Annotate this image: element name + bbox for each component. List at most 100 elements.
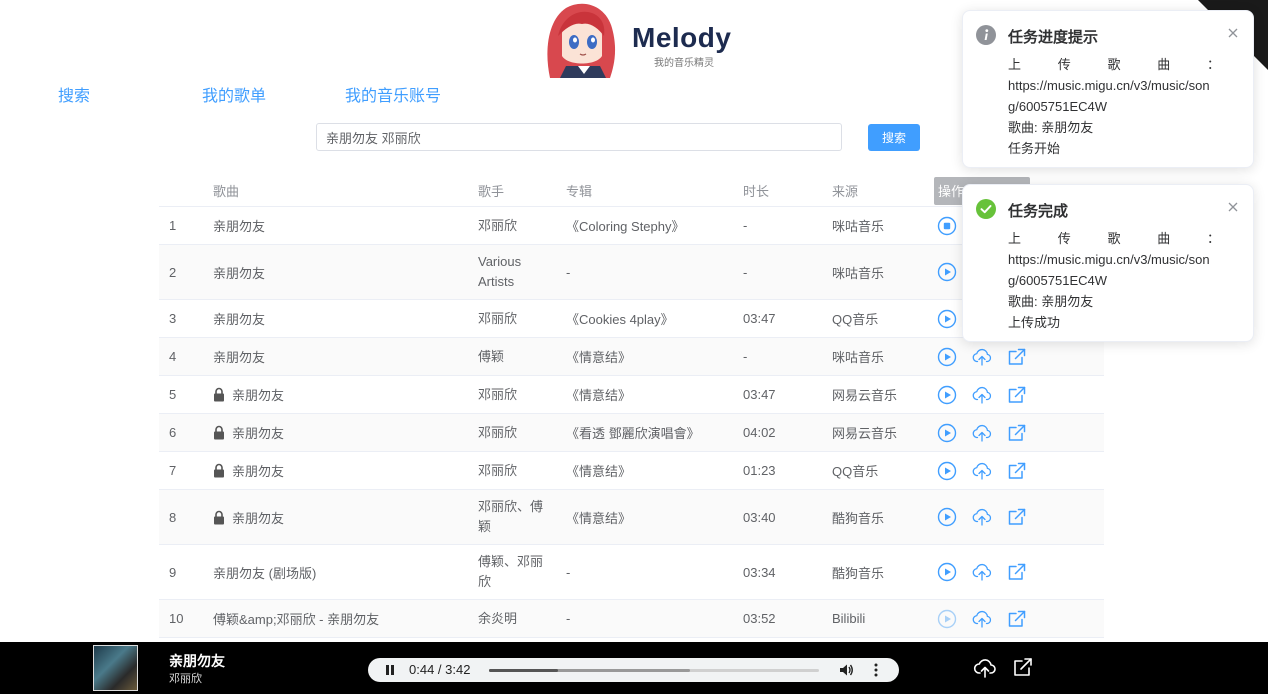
- upload-cloud-icon[interactable]: [971, 506, 993, 528]
- notification-prefix: 上 传 歌 曲 ：: [1008, 228, 1220, 249]
- progress-notification: 任务进度提示 上 传 歌 曲 ： https://music.migu.cn/v3/mu…: [962, 10, 1254, 168]
- album-cell: 《情意结》: [566, 464, 632, 479]
- album-cell: -: [566, 564, 571, 580]
- table-row[interactable]: 7 亲朋勿友 邓丽欣 《情意结》 01:23 QQ音乐: [159, 452, 1104, 490]
- artist-cell: 邓丽欣: [478, 386, 518, 402]
- prefix-char: ：: [1206, 57, 1220, 72]
- notification-url: https://music.migu.cn/v3/music/song/6005…: [1008, 78, 1210, 114]
- play-icon[interactable]: [936, 561, 958, 583]
- source-cell: 网易云音乐: [832, 388, 898, 403]
- external-link-icon[interactable]: [1006, 422, 1028, 444]
- album-cell: 《情意结》: [566, 388, 632, 403]
- header-duration: 时长: [743, 184, 770, 199]
- upload-cloud-icon[interactable]: [971, 460, 993, 482]
- external-link-icon[interactable]: [1006, 346, 1028, 368]
- play-icon[interactable]: [936, 308, 958, 330]
- search-input[interactable]: [316, 123, 842, 151]
- table-row[interactable]: 8 亲朋勿友 邓丽欣、傅颖 《情意结》 03:40 酷狗音乐: [159, 490, 1104, 545]
- prefix-char: 曲: [1157, 57, 1171, 72]
- external-link-icon[interactable]: [1012, 656, 1034, 678]
- external-link-icon[interactable]: [1006, 384, 1028, 406]
- song-name: 亲朋勿友: [232, 388, 285, 403]
- artist-cell: 邓丽欣: [478, 424, 518, 440]
- close-icon[interactable]: [1226, 26, 1240, 40]
- album-cell: 《看透 鄧麗欣演唱會》: [566, 426, 700, 441]
- notification-status: 上传成功: [1008, 315, 1061, 330]
- prefix-char: 传: [1057, 57, 1071, 72]
- table-row[interactable]: 9 亲朋勿友 (剧场版) 傅颖、邓丽欣 - 03:34 酷狗音乐: [159, 545, 1104, 600]
- play-icon[interactable]: [936, 460, 958, 482]
- pause-icon[interactable]: [384, 664, 396, 676]
- duration-cell: -: [743, 349, 748, 364]
- upload-cloud-icon[interactable]: [971, 346, 993, 368]
- audio-controls: 0:44 / 3:42: [368, 658, 899, 682]
- song-name-cell: 亲朋勿友 (剧场版): [213, 545, 473, 599]
- song-name: 亲朋勿友: [232, 426, 285, 441]
- song-name: 亲朋勿友: [213, 219, 266, 234]
- song-name-cell: 亲朋勿友: [213, 414, 473, 451]
- upload-cloud-icon[interactable]: [973, 656, 997, 680]
- upload-cloud-icon[interactable]: [971, 561, 993, 583]
- row-index: 2: [169, 264, 177, 280]
- song-name-cell: 亲朋勿友: [213, 300, 473, 337]
- play-icon[interactable]: [936, 384, 958, 406]
- duration-cell: 03:52: [743, 611, 776, 626]
- info-icon: [976, 25, 996, 45]
- player-song-title: 亲朋勿友: [169, 653, 225, 669]
- play-icon[interactable]: [936, 261, 958, 283]
- table-row[interactable]: 10 傅颖&amp;邓丽欣 - 亲朋勿友 余炎明 - 03:52 Bilibil…: [159, 600, 1104, 638]
- stop-icon[interactable]: [936, 215, 958, 237]
- row-index: 7: [169, 463, 177, 478]
- album-cover[interactable]: [93, 645, 138, 691]
- upload-cloud-icon[interactable]: [971, 608, 993, 630]
- artist-cell: Various Artists: [478, 254, 522, 289]
- header-source: 来源: [832, 184, 859, 199]
- notification-status: 任务开始: [1008, 141, 1061, 156]
- ops-cell: [936, 452, 1046, 489]
- lock-icon: [214, 463, 224, 478]
- play-icon[interactable]: [936, 506, 958, 528]
- ops-cell: [936, 376, 1046, 413]
- play-icon[interactable]: [936, 346, 958, 368]
- song-name-cell: 亲朋勿友: [213, 245, 473, 299]
- source-cell: 咪咕音乐: [832, 265, 885, 281]
- ops-cell: [936, 490, 1046, 544]
- row-index: 1: [169, 218, 177, 233]
- source-cell: 酷狗音乐: [832, 510, 885, 526]
- external-link-icon[interactable]: [1006, 561, 1028, 583]
- play-icon[interactable]: [936, 422, 958, 444]
- album-cell: 《情意结》: [566, 350, 632, 365]
- upload-cloud-icon[interactable]: [971, 422, 993, 444]
- external-link-icon[interactable]: [1006, 608, 1028, 630]
- row-index: 3: [169, 311, 177, 326]
- source-cell: QQ音乐: [832, 464, 879, 479]
- notification-title: 任务完成: [1008, 203, 1069, 220]
- search-button[interactable]: 搜索: [868, 124, 920, 151]
- nav-account[interactable]: 我的音乐账号: [345, 82, 441, 106]
- main-nav: 搜索 我的歌单 我的音乐账号: [0, 82, 700, 105]
- table-row[interactable]: 4 亲朋勿友 傅颖 《情意结》 - 咪咕音乐: [159, 338, 1104, 376]
- upload-cloud-icon[interactable]: [971, 384, 993, 406]
- song-name: 亲朋勿友: [232, 510, 285, 526]
- row-index: 5: [169, 387, 177, 402]
- table-row[interactable]: 5 亲朋勿友 邓丽欣 《情意结》 03:47 网易云音乐: [159, 376, 1104, 414]
- prefix-char: ：: [1206, 231, 1220, 246]
- duration-cell: 03:34: [743, 564, 776, 580]
- song-name-cell: 亲朋勿友: [213, 452, 473, 489]
- table-row[interactable]: 6 亲朋勿友 邓丽欣 《看透 鄧麗欣演唱會》 04:02 网易云音乐: [159, 414, 1104, 452]
- song-name: 亲朋勿友: [213, 312, 266, 327]
- more-options-icon[interactable]: [869, 662, 883, 678]
- nav-playlist[interactable]: 我的歌单: [202, 82, 266, 106]
- play-icon: [936, 608, 958, 630]
- close-icon[interactable]: [1226, 200, 1240, 214]
- nav-search[interactable]: 搜索: [58, 82, 90, 106]
- brand-tagline: 我的音乐精灵: [654, 58, 714, 69]
- notification-body: 上 传 歌 曲 ： https://music.migu.cn/v3/music/son…: [1008, 54, 1220, 159]
- progress-slider[interactable]: [489, 669, 819, 672]
- success-notification: 任务完成 上 传 歌 曲 ： https://music.migu.cn/v3/musi…: [962, 184, 1254, 342]
- prefix-char: 传: [1057, 231, 1071, 246]
- volume-icon[interactable]: [838, 662, 854, 678]
- external-link-icon[interactable]: [1006, 460, 1028, 482]
- ops-cell: [936, 545, 1046, 599]
- external-link-icon[interactable]: [1006, 506, 1028, 528]
